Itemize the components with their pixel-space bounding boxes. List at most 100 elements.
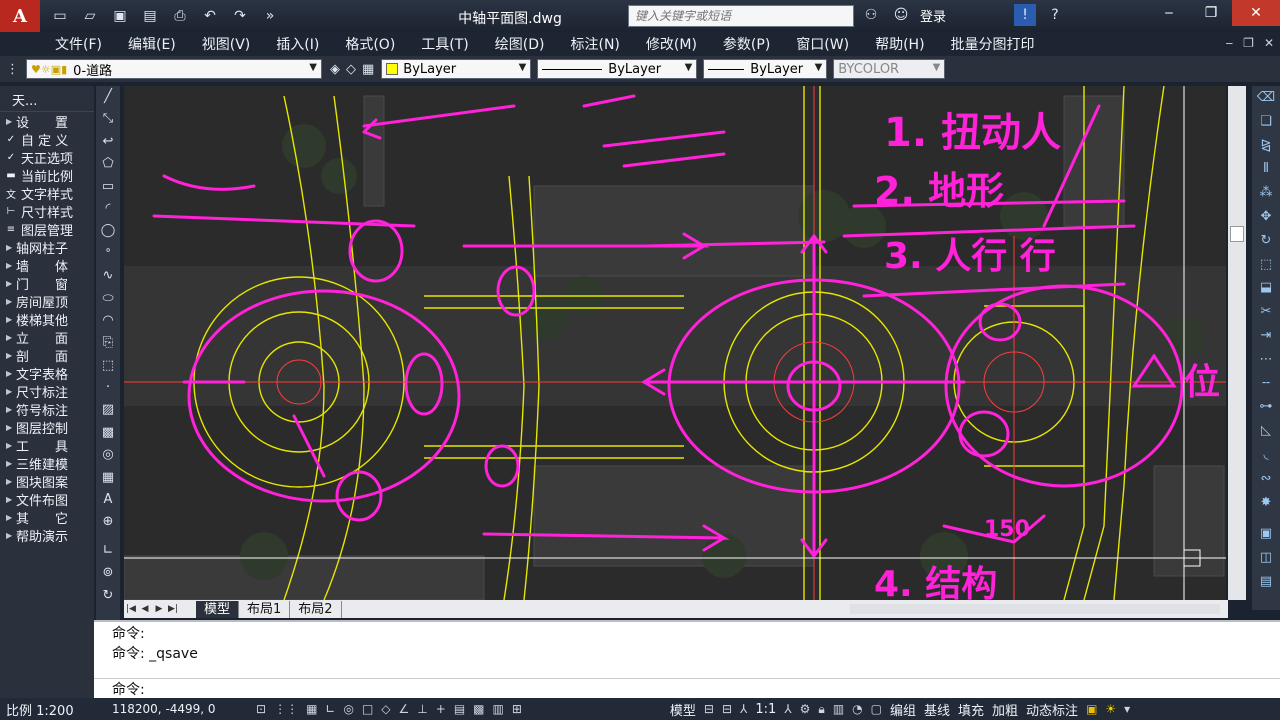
sidebar-item[interactable]: ▶ 文字表格 (0, 364, 94, 383)
angle-icon[interactable]: ∟ (103, 540, 114, 562)
fillet-icon[interactable]: ◟ (1263, 443, 1268, 467)
maximize-icon[interactable]: ❐ (1190, 0, 1232, 26)
scale-icon[interactable]: ⬚ (1260, 253, 1272, 277)
quick-view-layouts-icon[interactable]: ⊟ (704, 702, 714, 716)
sidebar-item[interactable]: ▶ 三维建模 (0, 454, 94, 473)
close-icon[interactable]: ✕ (1232, 0, 1280, 26)
menu-view[interactable]: 视图(V) (189, 34, 264, 54)
menu-batch-print[interactable]: 批量分图打印 (938, 34, 1048, 54)
status-menu-icon[interactable]: ▾ (1124, 702, 1130, 716)
prev-tab-icon[interactable]: ◀ (138, 604, 152, 614)
next-tab-icon[interactable]: ▶ (152, 604, 166, 614)
navigate-icon[interactable]: ⊚ (103, 562, 114, 584)
revcloud-icon[interactable]: ᐤ (105, 243, 110, 265)
transparency-icon[interactable]: ▩ (473, 702, 484, 716)
vertical-scrollbar[interactable] (1228, 86, 1246, 600)
blend-icon[interactable]: ∾ (1261, 467, 1272, 491)
tab-layout1[interactable]: 布局1 (239, 600, 291, 618)
drawing-canvas[interactable]: 1. 扭动人 2. 地形 3. 人行 行 4. 结构 位 150 (124, 86, 1226, 600)
fill-toggle[interactable]: 填充 (954, 700, 988, 719)
sidebar-item[interactable]: ▶ 帮助演示 (0, 526, 94, 545)
color-dropdown[interactable]: ByLayer ▼ (381, 59, 532, 79)
fullscreen-icon[interactable]: ▢ (871, 702, 882, 716)
coordinates-readout[interactable]: 118200, -4499, 0 (102, 702, 252, 716)
workspace-gear-icon[interactable]: ⚙ (800, 702, 811, 716)
sidebar-item[interactable]: ▶ 楼梯其他 (0, 310, 94, 329)
sidebar-item[interactable]: ▬ 当前比例 (0, 166, 94, 185)
first-tab-icon[interactable]: |◀ (124, 604, 138, 614)
layer-states-icon[interactable]: ▦ (362, 62, 374, 77)
hatch-icon[interactable]: ▨ (102, 399, 114, 421)
point-icon[interactable]: · (106, 377, 110, 399)
add-selected-icon[interactable]: ⊕ (103, 511, 114, 533)
copy-icon[interactable]: ❏ (1260, 110, 1272, 134)
menu-help[interactable]: 帮助(H) (862, 34, 937, 54)
sidebar-item[interactable]: ✓ 天正选项 (0, 148, 94, 167)
sidebar-item[interactable]: ▶ 墙 体 (0, 256, 94, 275)
help-icon[interactable]: ? (1044, 4, 1066, 26)
arc-icon[interactable]: ◜ (105, 198, 110, 220)
erase-icon[interactable]: ⌫ (1257, 86, 1275, 110)
mtext-icon[interactable]: A (104, 489, 113, 511)
explode-icon[interactable]: ✸ (1261, 491, 1272, 515)
search-input[interactable] (628, 5, 854, 27)
lineweight-icon[interactable]: ▤ (454, 702, 465, 716)
move-icon[interactable]: ✥ (1261, 205, 1272, 229)
menu-edit[interactable]: 编辑(E) (115, 34, 189, 54)
tab-model[interactable]: 模型 (196, 600, 240, 618)
rotate-icon[interactable]: ↻ (1261, 229, 1272, 253)
minimize-icon[interactable]: ‒ (1148, 0, 1190, 26)
line-icon[interactable]: ╱ (104, 86, 112, 108)
grid-icon[interactable]: ▦ (306, 702, 317, 716)
sidebar-item[interactable]: ▶ 文件布图 (0, 490, 94, 509)
undo-icon[interactable]: ↶ (198, 5, 222, 27)
insert-block-icon[interactable]: ⎘ (103, 332, 113, 354)
bold-toggle[interactable]: 加粗 (988, 700, 1022, 719)
command-input[interactable]: 命令: (94, 678, 1280, 700)
ducs-icon[interactable]: ⊥ (417, 702, 427, 716)
polygon-icon[interactable]: ⬠ (102, 153, 113, 175)
menu-dimension[interactable]: 标注(N) (558, 34, 633, 54)
make-block-icon[interactable]: ⬚ (102, 355, 114, 377)
sidebar-item[interactable]: ▶ 其 它 (0, 508, 94, 527)
spline-icon[interactable]: ∿ (103, 265, 114, 287)
ortho-icon[interactable]: ∟ (325, 702, 335, 716)
polyline-icon[interactable]: ↩ (103, 131, 114, 153)
rotate-view-icon[interactable]: ↻ (103, 585, 114, 607)
open-folder-icon[interactable]: ▱ (78, 5, 102, 27)
more-icon[interactable]: » (258, 5, 282, 27)
horizontal-scrollbar[interactable] (850, 604, 1220, 614)
lightbulb-icon[interactable]: ☀ (1105, 702, 1116, 716)
sidebar-item[interactable]: ▶ 剖 面 (0, 346, 94, 365)
baseline-toggle[interactable]: 基线 (920, 700, 954, 719)
otrack-icon[interactable]: ∠ (399, 702, 410, 716)
annotation-scale-value[interactable]: 1:1 (751, 702, 780, 717)
sidebar-title[interactable]: 天... (0, 86, 94, 112)
menu-modify[interactable]: 修改(M) (633, 34, 710, 54)
ellipse-icon[interactable]: ⬭ (102, 288, 113, 310)
snap-icon[interactable]: ⋮⋮ (274, 702, 298, 716)
ungroup-icon[interactable]: ◫ (1260, 546, 1272, 570)
linetype-dropdown[interactable]: ByLayer ▼ (537, 59, 698, 79)
mirror-icon[interactable]: ⧎ (1261, 134, 1272, 158)
last-tab-icon[interactable]: ▶| (166, 604, 180, 614)
login-link[interactable]: 登录 (920, 6, 946, 25)
group-toggle[interactable]: 编组 (886, 700, 920, 719)
array-icon[interactable]: ⁂ (1260, 181, 1273, 205)
menu-draw[interactable]: 绘图(D) (482, 34, 558, 54)
annotation-visibility-icon[interactable]: ⅄ (784, 702, 791, 716)
rectangle-icon[interactable]: ▭ (102, 176, 114, 198)
lineweight-dropdown[interactable]: ByLayer ▼ (703, 59, 828, 79)
menu-insert[interactable]: 插入(I) (263, 34, 332, 54)
tray-icon[interactable]: ▣ (1086, 702, 1097, 716)
app-logo-icon[interactable]: A (0, 0, 40, 32)
menu-parameters[interactable]: 参数(P) (710, 34, 783, 54)
quick-view-drawings-icon[interactable]: ⊟ (722, 702, 732, 716)
sidebar-item[interactable]: ▶ 门 窗 (0, 274, 94, 293)
annotation-scale-icon[interactable]: ⅄ (740, 702, 747, 716)
construction-line-icon[interactable]: ⤡ (103, 108, 113, 130)
sidebar-item[interactable]: ✓ 自 定 义 (0, 130, 94, 149)
dynamic-dim-toggle[interactable]: 动态标注 (1022, 700, 1082, 719)
layer-match-icon[interactable]: ◇ (346, 62, 356, 77)
join-icon[interactable]: ⊶ (1260, 395, 1273, 419)
